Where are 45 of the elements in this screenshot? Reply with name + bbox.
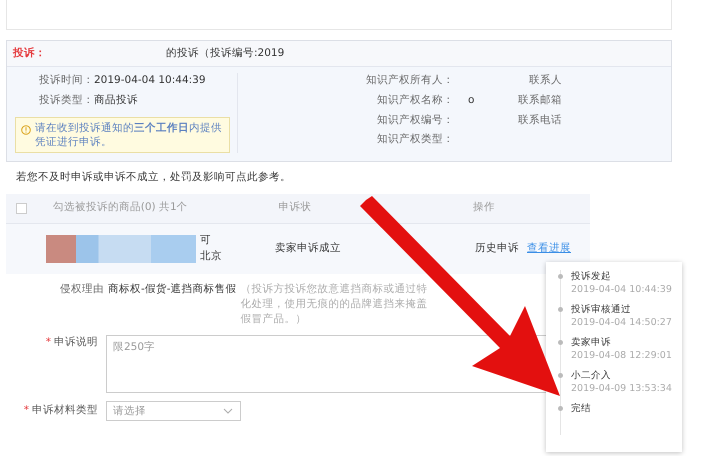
field-label: 投诉类型：: [39, 92, 94, 108]
product-text: 可: [200, 232, 212, 248]
view-progress-link[interactable]: 查看进展: [527, 240, 571, 256]
step-time: 2019-04-04 10:44:39: [571, 283, 673, 297]
field-label: 侵权理由: [60, 282, 104, 297]
required-mark: *: [46, 336, 51, 348]
history-text: 历史申诉: [475, 240, 519, 256]
status-text: 卖家申诉成立: [275, 240, 342, 256]
field-label: 知识产权类型：: [377, 133, 454, 146]
type-select[interactable]: 请选择: [106, 401, 241, 422]
step-title: 完结: [571, 402, 592, 416]
timeline-dot: [558, 373, 563, 378]
field-label: 联系邮箱: [518, 92, 562, 108]
timeline-dot: [558, 274, 563, 279]
checkbox[interactable]: [16, 202, 27, 214]
column-header: 勾选被投诉的商品(0) 共1个: [52, 200, 189, 216]
step-time: 2019-04-04 14:50:27: [571, 316, 673, 330]
field-value: o: [468, 92, 474, 108]
field-value: 商品投诉: [94, 92, 138, 108]
chevron-down-icon: [223, 408, 233, 414]
notice-text: 请在收到投诉通知的三个工作日内提供凭证进行申诉。: [35, 120, 223, 149]
required-mark: *: [24, 404, 29, 416]
reason-description: （投诉方投诉您故意遮挡商标或通过特化处理，使用无痕的的品牌遮挡来掩盖假冒产品。）: [240, 282, 429, 328]
column-header: 操作: [473, 200, 496, 216]
timeline-dot: [558, 307, 563, 312]
timeline-dot: [558, 406, 563, 411]
complaint-number: 的投诉（投诉编号:2019: [166, 46, 284, 61]
field-label: 知识产权所有人：: [366, 74, 454, 86]
step-title: 投诉发起: [571, 270, 612, 284]
field-label: 联系电话: [518, 112, 562, 128]
info-icon: [21, 124, 31, 134]
complaint-title: 投诉：: [13, 46, 46, 61]
field-label: 知识产权名称：: [377, 94, 454, 106]
step-title: 投诉审核通过: [571, 303, 632, 316]
penalty-note: 若您不及时申诉或申诉不成立，处罚及影响可点此参考。: [16, 170, 292, 185]
field-label: 申诉材料类型: [32, 404, 98, 416]
product-text: 北京: [200, 248, 222, 264]
field-label: 申诉说明: [54, 336, 98, 348]
field-value: 2019-04-04 10:44:39: [94, 73, 206, 88]
reason-value: 商标权-假货-遮挡商标售假: [108, 282, 237, 297]
timeline-dot: [558, 340, 563, 345]
field-label: 知识产权编号：: [377, 114, 454, 126]
field-label: 投诉时间：: [39, 73, 94, 88]
column-header: 申诉状: [278, 200, 313, 216]
field-label: 联系人: [529, 73, 562, 88]
